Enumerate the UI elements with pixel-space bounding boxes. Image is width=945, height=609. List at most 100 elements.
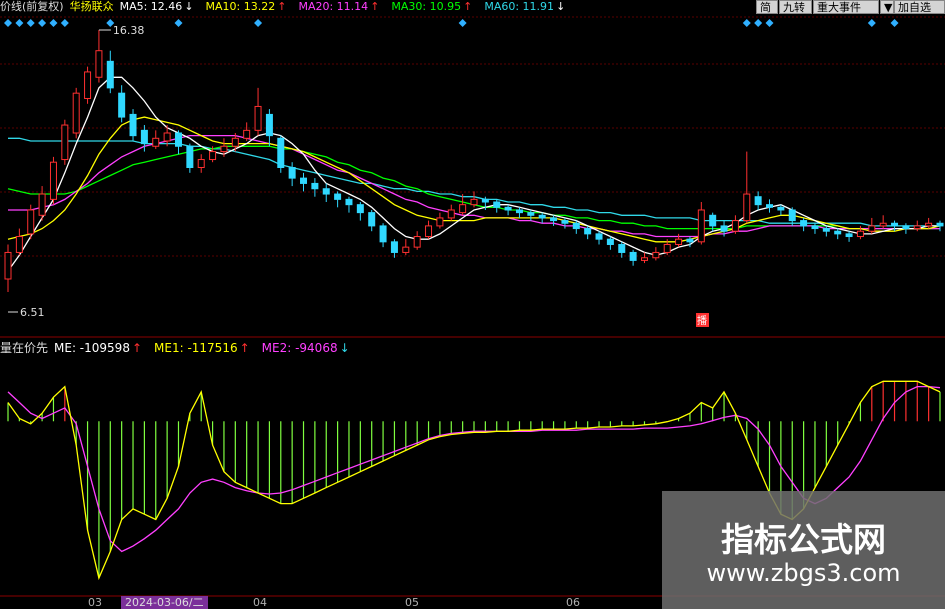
candle-body: [72, 92, 80, 134]
candle-body: [504, 206, 512, 211]
ma5-line: [7, 76, 940, 272]
signal-diamond: [26, 19, 35, 27]
x-axis-label: 04: [253, 596, 267, 609]
candle-body: [686, 238, 694, 243]
signal-diamond: [254, 19, 263, 27]
candle-body: [527, 212, 535, 216]
ma-legend-item-label: MA10: 13.22: [205, 0, 276, 13]
candle-body: [675, 238, 683, 245]
candle-body: [561, 220, 569, 224]
cursor-date-label: 2024-03-06/二: [121, 596, 208, 609]
candle-body: [425, 225, 433, 238]
ma-legend-item-arrow-icon: ↑: [277, 0, 287, 13]
toolbar-button-1[interactable]: 九转: [779, 0, 812, 14]
candle-body: [766, 204, 774, 208]
ma-legend-item-arrow-icon: ↑: [463, 0, 473, 13]
candle-body: [106, 60, 114, 89]
candle-body: [197, 159, 205, 169]
ma-legend-item-0: MA5: 12.46 ↓: [120, 0, 200, 13]
sub-legend-item-2: ME2: -94068 ↓: [262, 341, 356, 355]
candle-body: [300, 177, 308, 184]
sub-legend-item-arrow-icon: ↓: [339, 341, 350, 355]
ma-legend-item-label: MA30: 10.95: [391, 0, 462, 13]
candle-body: [209, 151, 217, 161]
indicator-name: 价线(前复权): [0, 0, 64, 13]
candle-body: [856, 230, 864, 238]
sub-legend-item-arrow-icon: ↑: [239, 341, 250, 355]
sub-legend-item-label: ME1: -117516: [154, 341, 238, 355]
candle-body: [731, 220, 739, 232]
candle-body: [606, 238, 614, 245]
ma-legend-item-arrow-icon: ↓: [184, 0, 194, 13]
candle-body: [640, 257, 648, 261]
candle-body: [129, 113, 137, 137]
candle-body: [720, 225, 728, 232]
sub-legend: ME: -109598 ↑ ME1: -117516 ↑ ME2: -94068 ↓: [54, 341, 362, 355]
candle-body: [515, 209, 523, 214]
candle-body: [879, 222, 887, 227]
candle-body: [163, 132, 171, 142]
candle-body: [811, 225, 819, 230]
high-price-label: 16.38: [113, 24, 144, 37]
toolbar-button-4[interactable]: 加自选: [894, 0, 945, 14]
candle-body: [38, 193, 46, 216]
ma-legend-item-3: MA30: 10.95 ↑: [391, 0, 478, 13]
candle-body: [743, 193, 751, 222]
signal-diamond: [49, 19, 58, 27]
ma-legend-item-arrow-icon: ↑: [370, 0, 380, 13]
candle-body: [800, 220, 808, 227]
candle-body: [288, 167, 296, 179]
sub-indicator-name: 量在价先: [0, 341, 49, 355]
candle-body: [868, 225, 876, 232]
candle-body: [84, 71, 92, 99]
candle-body: [618, 243, 626, 253]
ma-legend-item-label: MA5: 12.46: [119, 0, 183, 13]
candle-body: [311, 182, 319, 190]
candle-body: [572, 222, 580, 230]
candle-body: [345, 198, 353, 206]
signal-diamond: [890, 19, 899, 27]
candle-body: [140, 129, 148, 145]
candle-body: [584, 228, 592, 235]
candle-body: [629, 251, 637, 261]
toolbar-button-3[interactable]: ▼: [880, 0, 894, 14]
candle-body: [152, 137, 160, 147]
candle-body: [913, 225, 921, 230]
signal-diamond: [754, 19, 763, 27]
candle-body: [356, 204, 364, 214]
candle-body: [95, 50, 103, 78]
ma-legend-item-1: MA10: 13.22 ↑: [206, 0, 293, 13]
candle-body: [936, 222, 944, 227]
candle-body: [265, 113, 273, 137]
candle-body: [902, 225, 910, 230]
candle-body: [652, 251, 660, 259]
candle-body: [118, 92, 126, 118]
candle-body: [402, 246, 410, 253]
signal-diamond: [15, 19, 24, 27]
candle-body: [4, 251, 12, 280]
sub-legend-item-label: ME: -109598: [54, 341, 130, 355]
candlestick-series: [4, 30, 944, 292]
candle-body: [174, 132, 182, 147]
low-price-label: 6.51: [20, 306, 45, 319]
watermark-url: www.zbgs3.com: [706, 559, 901, 587]
signal-diamond: [867, 19, 876, 27]
candle-body: [254, 105, 262, 131]
sub-legend-item-1: ME1: -117516 ↑: [154, 341, 256, 355]
candle-body: [470, 198, 478, 206]
candle-body: [459, 204, 467, 214]
main-header: 价线(前复权) 华扬联众 MA5: 12.46 ↓ MA10: 13.22 ↑ MA20: …: [0, 0, 583, 14]
sub-legend-item-arrow-icon: ↑: [131, 341, 143, 355]
signal-diamond: [38, 19, 47, 27]
x-axis-label: 03: [88, 596, 102, 609]
signal-diamond: [765, 19, 774, 27]
candle-body: [788, 209, 796, 222]
candle-body: [834, 230, 842, 235]
toolbar-button-0[interactable]: 简: [756, 0, 778, 14]
candle-body: [186, 145, 194, 169]
candle-body: [538, 214, 546, 219]
ma-legend: MA5: 12.46 ↓ MA10: 13.22 ↑ MA20: 11.14 ↑ MA30:…: [120, 0, 578, 13]
toolbar-button-2[interactable]: 重大事件: [813, 0, 879, 14]
stock-name[interactable]: 华扬联众: [70, 0, 114, 13]
candle-body: [754, 196, 762, 206]
